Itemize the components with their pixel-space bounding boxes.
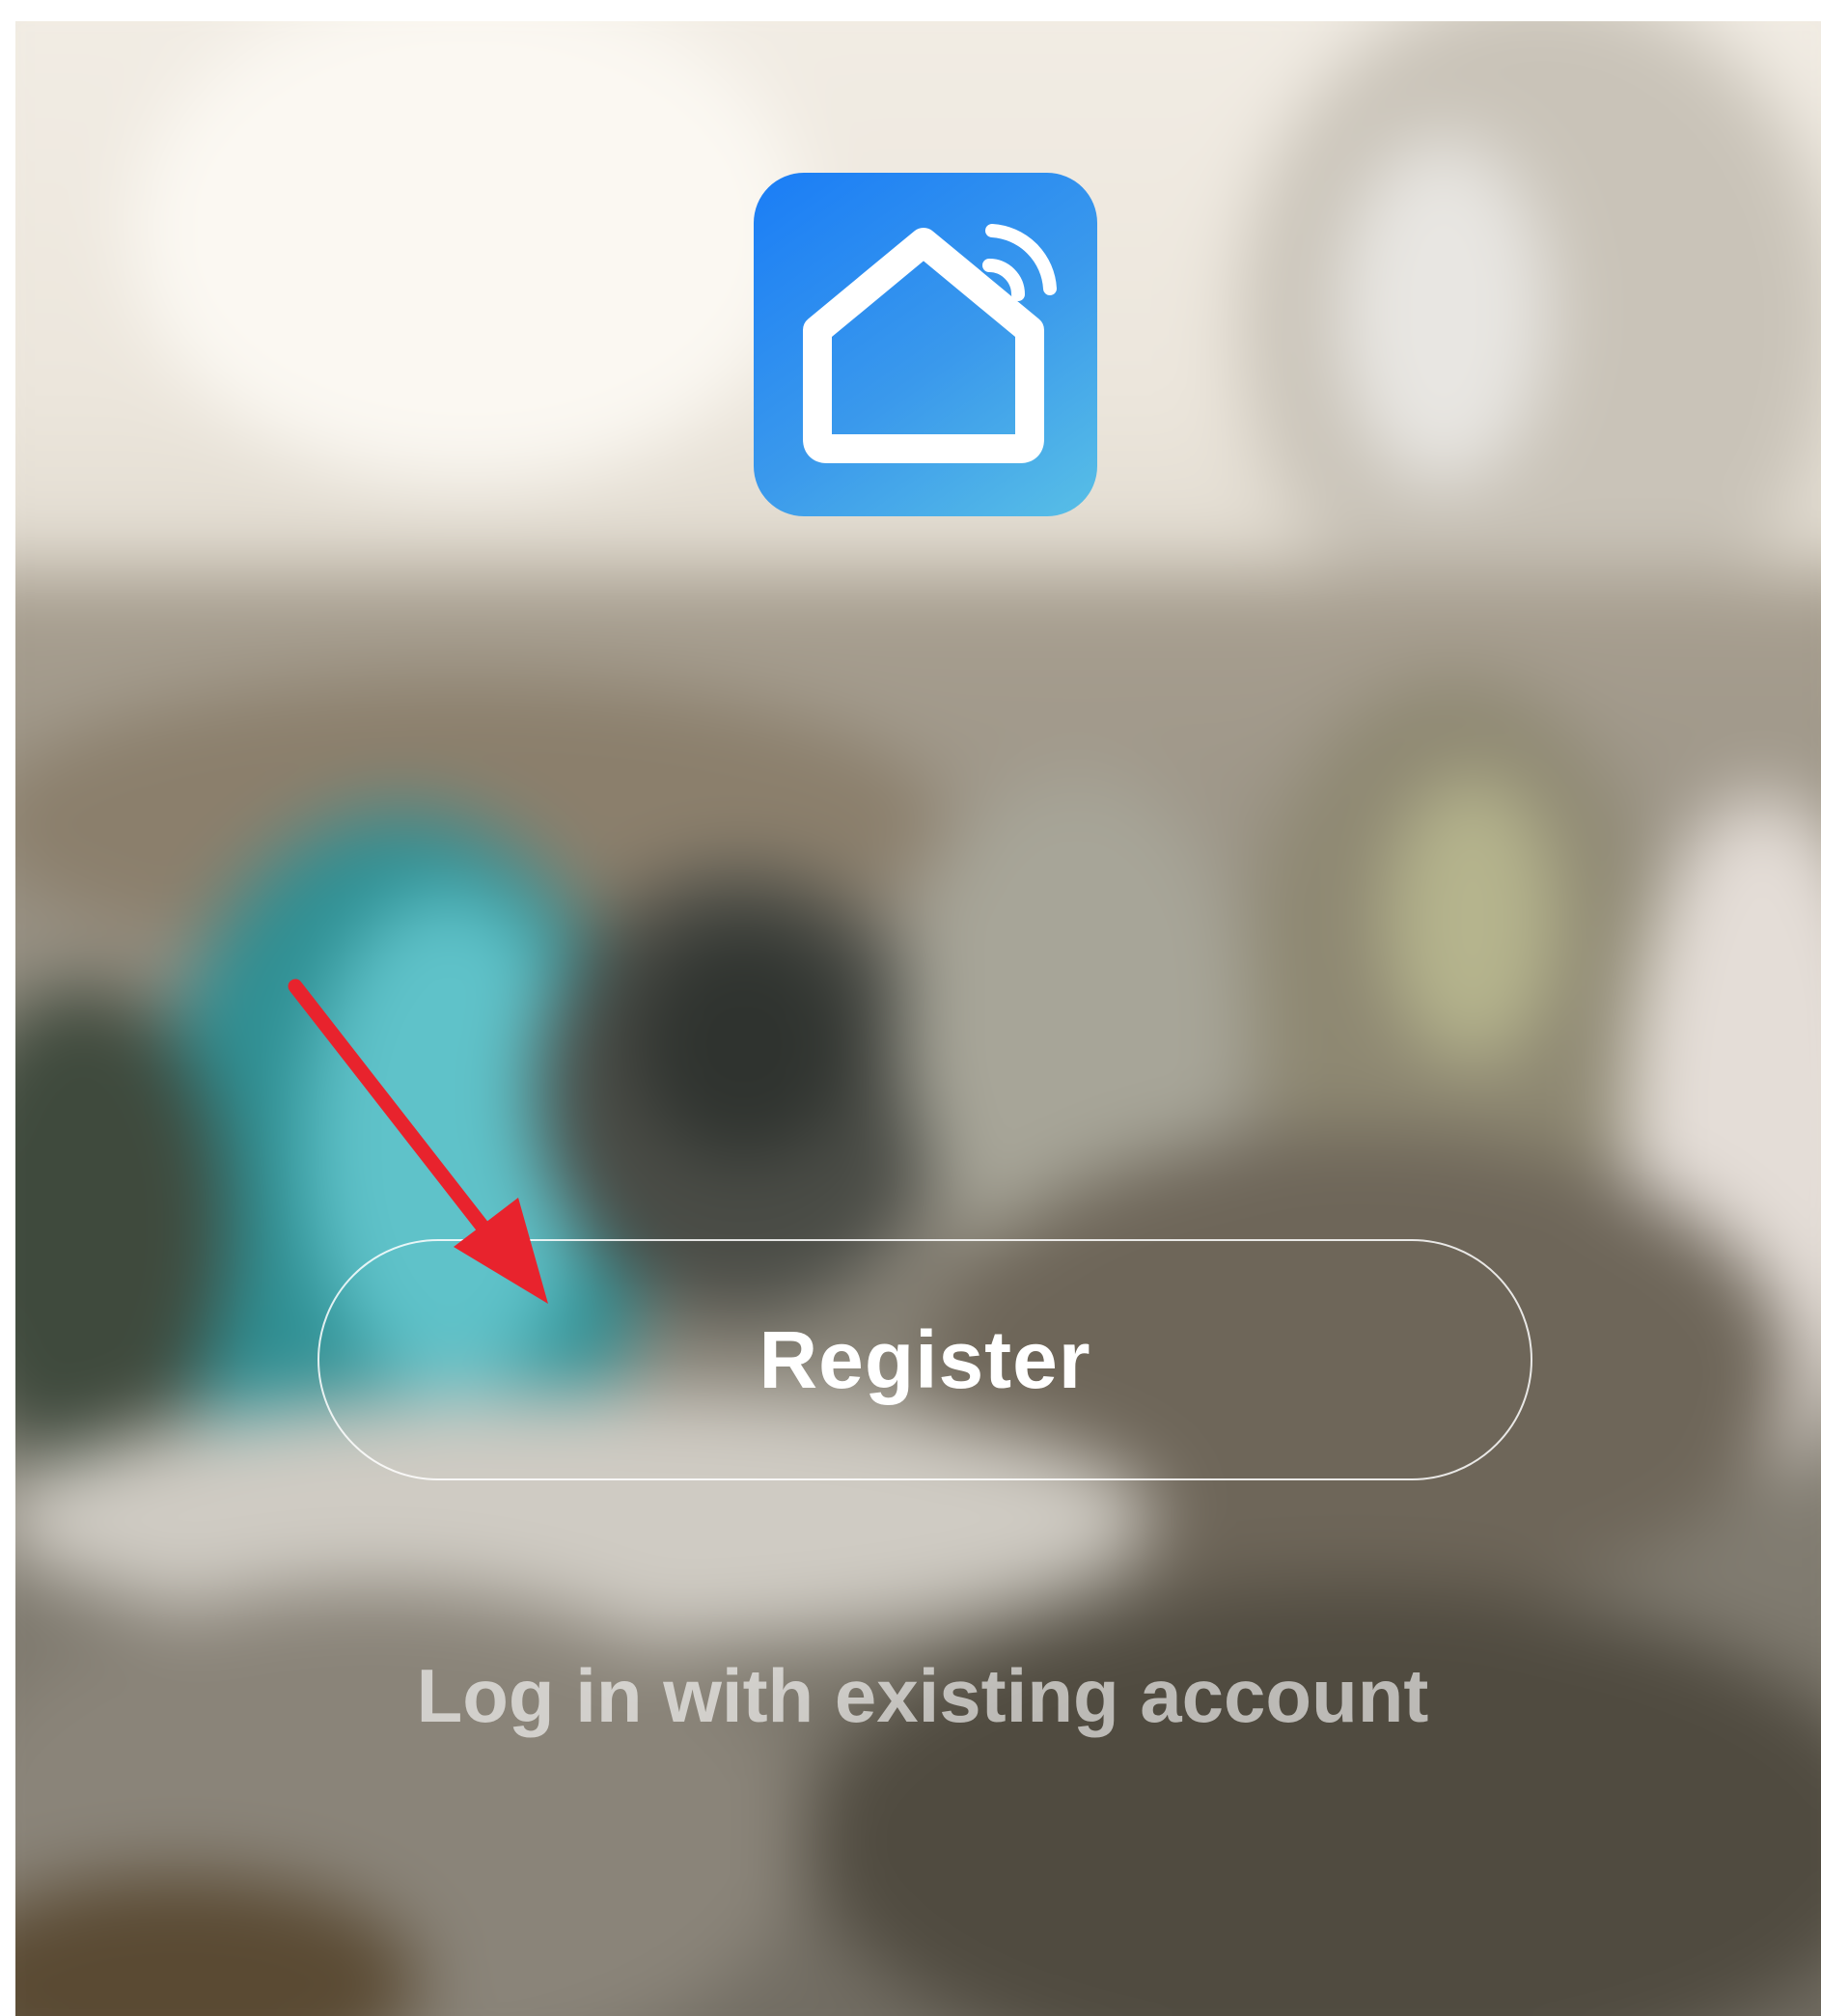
app-logo	[754, 173, 1097, 516]
page: Register Log in with existing account	[0, 0, 1821, 2016]
smart-home-wifi-icon	[803, 224, 1057, 463]
register-button-label: Register	[759, 1313, 1091, 1405]
register-button[interactable]: Register	[317, 1239, 1532, 1480]
login-link-label: Log in with existing account	[416, 1652, 1429, 1738]
login-existing-account-link[interactable]: Log in with existing account	[305, 1643, 1540, 1749]
app-screen: Register Log in with existing account	[15, 21, 1821, 2016]
